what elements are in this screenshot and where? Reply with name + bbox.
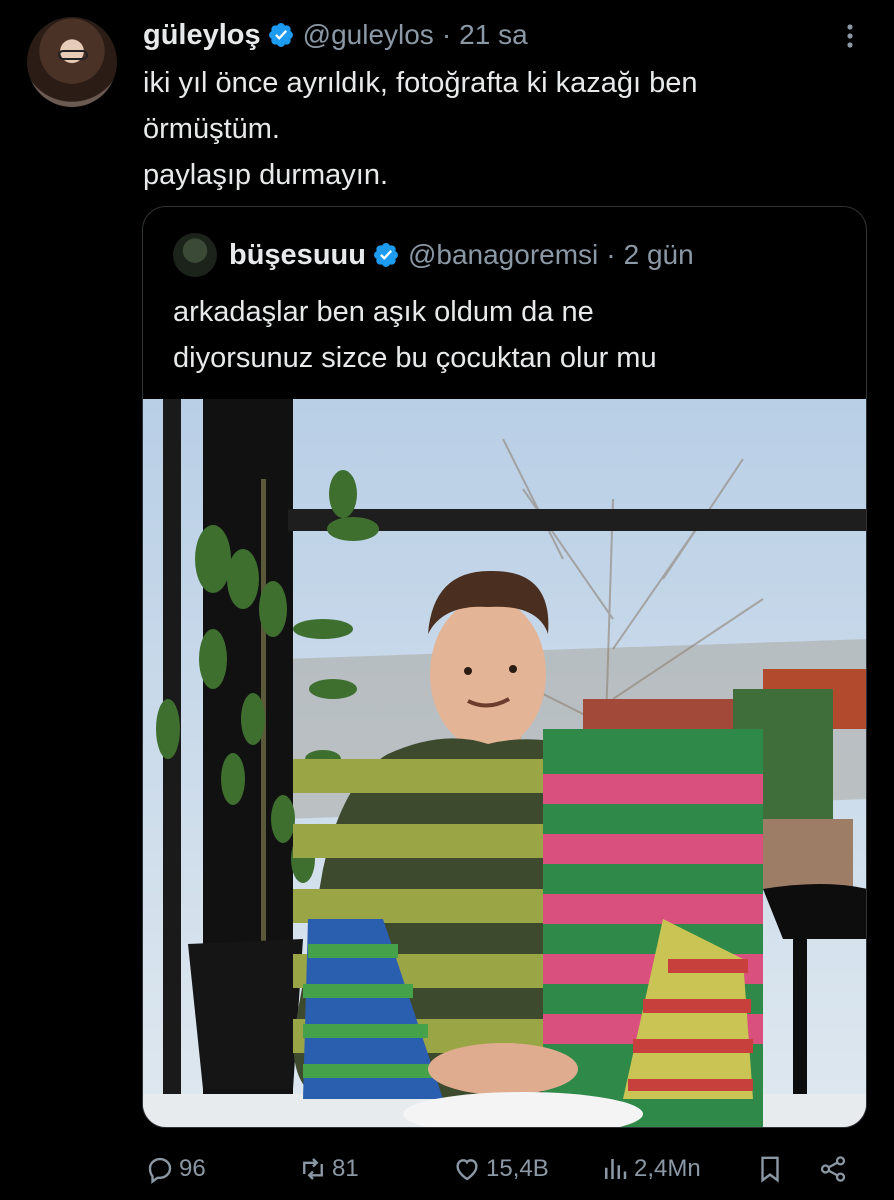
author-avatar[interactable]	[27, 17, 117, 107]
tweet-text: iki yıl önce ayrıldık, fotoğrafta ki kaz…	[143, 60, 843, 198]
quoted-tweet-photo[interactable]	[143, 399, 866, 1127]
views-icon	[605, 1159, 627, 1179]
quoted-text-line: diyorsunuz sizce bu çocuktan olur mu	[173, 342, 657, 374]
separator-dot: ·	[606, 239, 616, 270]
repost-button[interactable]: 81	[298, 1145, 359, 1193]
repost-icon	[303, 1158, 323, 1180]
views-count: 2,4Mn	[634, 1155, 701, 1182]
quoted-text-line: arkadaşlar ben aşık oldum da ne	[173, 296, 594, 328]
photo-illustration	[143, 399, 866, 1127]
verified-badge-icon	[268, 23, 293, 47]
avatar-glasses	[58, 50, 88, 60]
reply-count: 96	[179, 1155, 206, 1182]
author-handle[interactable]: @guleylos	[303, 19, 434, 51]
like-icon	[456, 1159, 478, 1181]
reply-button[interactable]: 96	[145, 1145, 206, 1193]
quoted-author-avatar[interactable]	[173, 233, 217, 277]
bookmark-icon	[761, 1156, 779, 1183]
like-button[interactable]: 15,4B	[452, 1145, 549, 1193]
tweet-timestamp[interactable]: 21 sa	[459, 19, 528, 51]
like-count: 15,4B	[486, 1155, 549, 1182]
share-button[interactable]	[818, 1145, 852, 1193]
share-icon	[820, 1156, 846, 1182]
separator-dot: ·	[441, 19, 452, 50]
repost-count: 81	[332, 1155, 359, 1182]
author-name[interactable]: güleyloş	[143, 19, 261, 52]
quoted-author-handle[interactable]: @banagoremsi	[408, 239, 598, 271]
more-options-icon[interactable]	[844, 22, 856, 50]
verified-badge-icon	[374, 243, 398, 267]
quoted-tweet-text: arkadaşlar ben aşık oldum da ne diyorsun…	[173, 289, 853, 381]
tweet[interactable]: güleyloş @guleylos · 21 sa iki yıl önce …	[0, 0, 894, 1200]
quoted-tweet[interactable]: büşesuuu @banagoremsi · 2 gün arkadaşlar…	[142, 206, 867, 1128]
tweet-actions: 96 81 15,4B 2,4Mn	[0, 1145, 894, 1193]
bookmark-button[interactable]	[755, 1145, 789, 1193]
tweet-header: güleyloş @guleylos · 21 sa	[143, 17, 528, 53]
tweet-text-line: örmüştüm.	[143, 113, 280, 145]
quoted-timestamp[interactable]: 2 gün	[624, 239, 694, 271]
quoted-author-name[interactable]: büşesuuu	[229, 239, 366, 272]
views-button[interactable]: 2,4Mn	[600, 1145, 701, 1193]
reply-icon	[148, 1157, 172, 1184]
tweet-text-line: iki yıl önce ayrıldık, fotoğrafta ki kaz…	[143, 67, 698, 99]
tweet-text-line: paylaşıp durmayın.	[143, 159, 389, 191]
quoted-tweet-header: büşesuuu @banagoremsi · 2 gün	[229, 235, 694, 275]
